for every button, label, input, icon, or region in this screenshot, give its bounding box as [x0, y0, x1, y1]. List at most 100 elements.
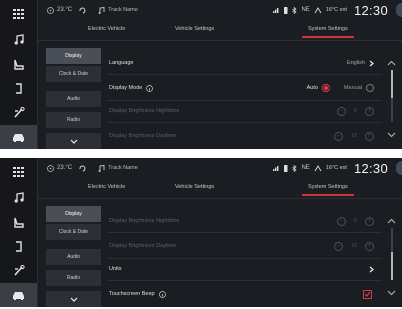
- tab-electric-vehicle[interactable]: Electric Vehicle: [88, 184, 125, 190]
- menu-item-audio[interactable]: Audio: [46, 91, 101, 107]
- settings-scrollbar[interactable]: [386, 198, 398, 307]
- bluetooth-icon: [292, 6, 297, 14]
- seat-icon: [14, 59, 24, 70]
- touchscreen-beep-checkbox[interactable]: [363, 289, 372, 299]
- menu-item-display[interactable]: Display: [46, 48, 101, 64]
- brightness-night-increase[interactable]: +: [365, 216, 374, 226]
- settings-scrollbar[interactable]: [386, 40, 398, 149]
- brightness-day-stepper: − 10 +: [333, 131, 374, 141]
- outside-temperature: 16°C ext: [325, 165, 347, 171]
- scroll-up-icon[interactable]: [387, 60, 396, 66]
- scroll-down-icon[interactable]: [387, 132, 396, 138]
- info-icon[interactable]: [158, 290, 166, 298]
- comfort-button[interactable]: [0, 210, 37, 234]
- tab-system-settings[interactable]: System Settings: [302, 184, 354, 196]
- profile-badge[interactable]: [396, 161, 402, 175]
- phone-outline-icon: [15, 82, 22, 94]
- apps-grid-button[interactable]: [0, 160, 37, 184]
- menu-item-radio[interactable]: Radio: [46, 112, 101, 128]
- menu-more-button[interactable]: [46, 291, 101, 307]
- setting-row-language[interactable]: Language English: [107, 52, 382, 75]
- now-playing[interactable]: Track Name: [98, 164, 138, 172]
- now-playing[interactable]: Track Name: [98, 6, 138, 14]
- music-icon: [98, 164, 105, 172]
- media-button[interactable]: [0, 185, 37, 209]
- tab-vehicle-settings[interactable]: Vehicle Settings: [175, 184, 214, 190]
- chevron-right-icon: [369, 60, 374, 66]
- setting-row-brightness-day: Display Brightness Daytime − 10 +: [107, 234, 382, 259]
- signal-strength-icon: [273, 8, 279, 13]
- brightness-day-decrease[interactable]: −: [333, 131, 343, 141]
- connected-vehicle-icon: [314, 164, 322, 171]
- brightness-night-decrease[interactable]: −: [336, 216, 346, 226]
- brightness-day-increase[interactable]: +: [365, 131, 374, 141]
- controls-button[interactable]: [0, 258, 37, 282]
- scroll-up-icon[interactable]: [387, 218, 396, 224]
- tools-icon: [13, 106, 25, 118]
- profile-badge[interactable]: [396, 3, 402, 17]
- track-name: Track Name: [108, 7, 138, 13]
- car-icon: [13, 292, 24, 300]
- apps-grid-button[interactable]: [0, 2, 37, 26]
- manual-radio[interactable]: [366, 84, 374, 92]
- display-mode-label: Display Mode: [109, 85, 143, 91]
- track-name: Track Name: [108, 165, 138, 171]
- brightness-night-stepper: − 5 +: [336, 106, 374, 116]
- controls-button[interactable]: [0, 100, 37, 124]
- menu-item-clock-date[interactable]: Clock & Date: [46, 224, 101, 240]
- setting-row-units[interactable]: Units: [107, 258, 382, 281]
- auto-radio[interactable]: [321, 84, 330, 92]
- brightness-day-label: Display Brightness Daytime: [109, 243, 177, 249]
- compass-heading: NE: [301, 165, 310, 171]
- brightness-night-value: 5: [353, 108, 357, 114]
- tab-vehicle-settings[interactable]: Vehicle Settings: [175, 26, 214, 32]
- clock: 12:30: [353, 160, 388, 176]
- brightness-day-label: Display Brightness Daytime: [109, 133, 177, 139]
- outside-temperature: 16°C ext: [325, 7, 347, 13]
- chevron-right-icon: [369, 266, 374, 272]
- brightness-day-value: 10: [350, 133, 357, 139]
- comfort-button[interactable]: [0, 52, 37, 76]
- chevron-down-icon: [70, 139, 77, 144]
- settings-tabs: Electric Vehicle Vehicle Settings System…: [38, 20, 402, 41]
- manual-option-label: Manual: [343, 85, 362, 91]
- status-right: NE 16°C ext 12:30: [273, 158, 388, 178]
- brightness-night-increase[interactable]: +: [365, 106, 374, 116]
- brightness-night-decrease[interactable]: −: [336, 106, 346, 116]
- vehicle-button[interactable]: [0, 125, 37, 149]
- brightness-day-decrease[interactable]: −: [333, 241, 343, 251]
- brightness-day-increase[interactable]: +: [365, 241, 374, 251]
- side-rail: [0, 0, 38, 149]
- seat-icon: [14, 217, 24, 228]
- phone-button[interactable]: [0, 234, 37, 258]
- auto-option-label: Auto: [306, 85, 318, 91]
- tools-icon: [13, 264, 25, 276]
- menu-item-clock-date[interactable]: Clock & Date: [46, 66, 101, 82]
- clock: 12:30: [353, 2, 388, 18]
- phone-button[interactable]: [0, 76, 37, 100]
- scroll-down-icon[interactable]: [387, 290, 396, 296]
- media-button[interactable]: [0, 27, 37, 51]
- menu-item-display[interactable]: Display: [46, 206, 101, 222]
- info-icon[interactable]: [146, 84, 154, 92]
- scroll-thumb[interactable]: [391, 70, 393, 98]
- setting-row-brightness-day: Display Brightness Daytime − 10 +: [107, 125, 382, 147]
- vehicle-button[interactable]: [0, 283, 37, 307]
- connected-vehicle-icon: [314, 6, 322, 13]
- menu-item-audio[interactable]: Audio: [46, 249, 101, 265]
- fan-icon: [47, 6, 54, 14]
- recirculation-icon: [79, 165, 86, 171]
- music-note-icon: [14, 191, 24, 203]
- setting-row-touchscreen-beep[interactable]: Touchscreen Beep: [107, 283, 382, 305]
- brightness-night-value: 5: [353, 218, 357, 224]
- side-rail: [0, 158, 38, 307]
- tab-electric-vehicle[interactable]: Electric Vehicle: [88, 26, 125, 32]
- menu-more-button[interactable]: [46, 133, 101, 149]
- climate-indicator[interactable]: 23.°C: [47, 164, 86, 172]
- climate-indicator[interactable]: 23.°C: [47, 6, 86, 14]
- car-icon: [13, 134, 24, 142]
- tab-system-settings[interactable]: System Settings: [302, 26, 354, 38]
- grid-icon: [13, 167, 24, 177]
- menu-item-radio[interactable]: Radio: [46, 270, 101, 286]
- scroll-thumb[interactable]: [391, 252, 393, 280]
